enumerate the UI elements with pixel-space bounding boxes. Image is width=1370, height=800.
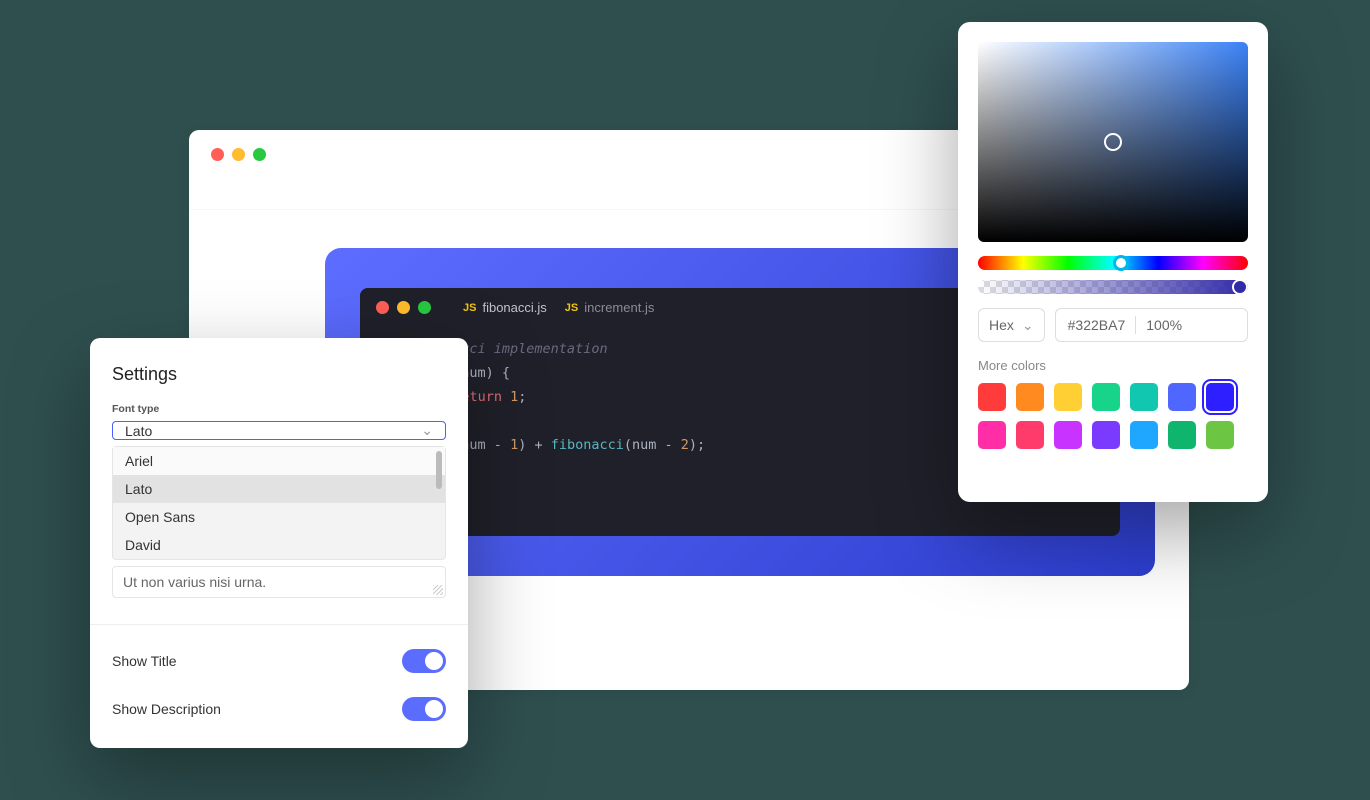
alpha-thumb[interactable] (1232, 279, 1248, 295)
color-hex-input[interactable]: #322BA7 100% (1055, 308, 1248, 342)
font-option-david[interactable]: David (113, 531, 445, 559)
color-swatch[interactable] (1130, 421, 1158, 449)
color-format-select[interactable]: Hex ⌄ (978, 308, 1045, 342)
color-swatch[interactable] (1206, 421, 1234, 449)
color-saturation-canvas[interactable] (978, 42, 1248, 242)
show-description-label: Show Description (112, 701, 221, 717)
color-swatch[interactable] (1054, 383, 1082, 411)
more-colors-label: More colors (978, 358, 1248, 373)
show-title-toggle[interactable] (402, 649, 446, 673)
show-description-row: Show Description (112, 691, 446, 739)
settings-title: Settings (112, 364, 446, 385)
color-swatch[interactable] (1016, 421, 1044, 449)
color-swatch[interactable] (978, 421, 1006, 449)
divider (90, 624, 468, 625)
tab-label: increment.js (584, 300, 654, 315)
color-inputs: Hex ⌄ #322BA7 100% (978, 308, 1248, 342)
settings-panel: Settings Font type Lato ⌄ Ariel Lato Ope… (90, 338, 468, 748)
chevron-down-icon: ⌄ (1022, 317, 1034, 334)
color-swatch[interactable] (1016, 383, 1044, 411)
font-option-lato[interactable]: Lato (113, 475, 445, 503)
editor-traffic-lights (376, 301, 431, 314)
swatches-row-2 (978, 421, 1248, 449)
hue-slider[interactable] (978, 256, 1248, 270)
color-swatch[interactable] (1092, 383, 1120, 411)
chevron-down-icon: ⌄ (421, 422, 433, 439)
font-type-select[interactable]: Lato ⌄ (112, 421, 446, 440)
editor-minimize-button[interactable] (397, 301, 410, 314)
editor-close-button[interactable] (376, 301, 389, 314)
opacity-value: 100% (1146, 317, 1182, 333)
color-swatch[interactable] (1054, 421, 1082, 449)
maximize-window-button[interactable] (253, 148, 266, 161)
js-badge-icon: JS (463, 302, 476, 314)
font-select-value: Lato (125, 423, 152, 439)
tab-increment[interactable]: JS increment.js (565, 300, 655, 315)
color-swatch[interactable] (1092, 421, 1120, 449)
saturation-thumb[interactable] (1104, 133, 1122, 151)
show-title-row: Show Title (112, 643, 446, 691)
input-divider (1135, 316, 1136, 334)
color-swatch[interactable] (1168, 383, 1196, 411)
textarea-value: Ut non varius nisi urna. (123, 574, 266, 590)
dropdown-scrollbar[interactable] (436, 451, 442, 489)
close-window-button[interactable] (211, 148, 224, 161)
hex-value: #322BA7 (1068, 317, 1126, 333)
tab-label: fibonacci.js (482, 300, 546, 315)
color-swatch[interactable] (978, 383, 1006, 411)
font-option-ariel[interactable]: Ariel (113, 447, 445, 475)
color-swatch[interactable] (1168, 421, 1196, 449)
minimize-window-button[interactable] (232, 148, 245, 161)
font-option-opensans[interactable]: Open Sans (113, 503, 445, 531)
show-title-label: Show Title (112, 653, 177, 669)
description-textarea[interactable]: Ut non varius nisi urna. (112, 566, 446, 598)
alpha-slider[interactable] (978, 280, 1248, 294)
editor-maximize-button[interactable] (418, 301, 431, 314)
format-value: Hex (989, 317, 1014, 333)
color-swatch[interactable] (1206, 383, 1234, 411)
color-picker-panel: Hex ⌄ #322BA7 100% More colors (958, 22, 1268, 502)
color-swatch[interactable] (1130, 383, 1158, 411)
tab-fibonacci[interactable]: JS fibonacci.js (463, 300, 547, 315)
font-options-dropdown: Ariel Lato Open Sans David (112, 446, 446, 560)
editor-tabs: JS fibonacci.js JS increment.js (463, 300, 654, 315)
resize-grip-icon[interactable] (433, 585, 443, 595)
js-badge-icon: JS (565, 302, 578, 314)
font-type-label: Font type (112, 403, 446, 415)
hue-thumb[interactable] (1113, 255, 1129, 271)
traffic-lights (211, 148, 266, 161)
swatches-row-1 (978, 383, 1248, 411)
show-description-toggle[interactable] (402, 697, 446, 721)
